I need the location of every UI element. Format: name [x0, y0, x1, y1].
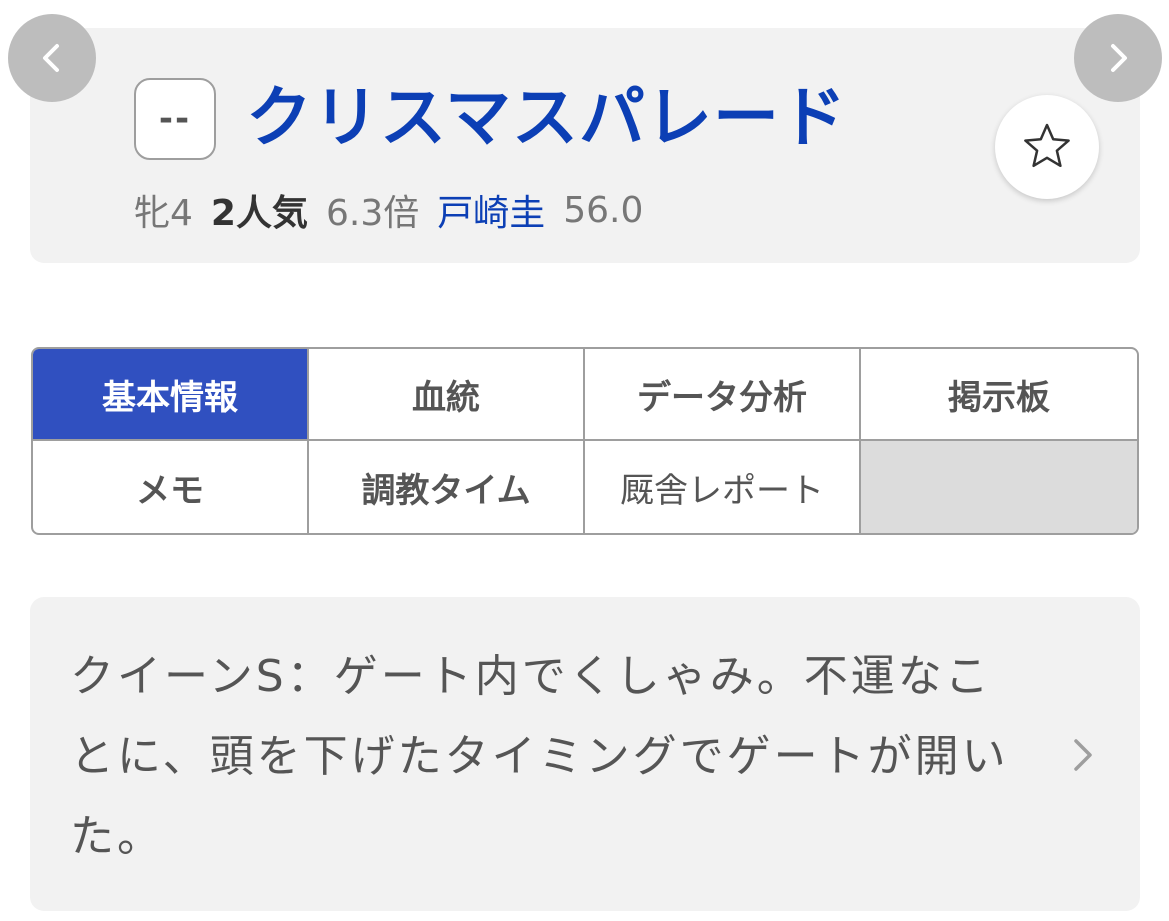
weight-label: 56.0 — [563, 189, 644, 231]
sex-age-label: 牝4 — [134, 193, 193, 234]
horse-number-badge: -- — [134, 78, 216, 160]
previous-horse-button[interactable] — [8, 14, 96, 102]
memo-text: クイーンS：ゲート内でくしゃみ。不運なことに、頭を下げたタイミングでゲートが開い… — [70, 651, 1009, 862]
memo-card[interactable]: クイーンS：ゲート内でくしゃみ。不運なことに、頭を下げたタイミングでゲートが開い… — [30, 597, 1140, 911]
info-tab-grid: 基本情報 血統 データ分析 掲示板 メモ 調教タイム 厩舎レポート — [31, 347, 1139, 535]
odds-label: 6.3倍 — [325, 193, 420, 234]
tab-training-time[interactable]: 調教タイム — [309, 441, 585, 533]
star-outline-icon — [1024, 123, 1070, 168]
favorite-button[interactable] — [995, 95, 1099, 199]
tab-basic-info[interactable]: 基本情報 — [33, 349, 309, 441]
tab-empty-cell — [861, 441, 1137, 533]
popularity-label: 2人気 — [210, 193, 308, 234]
jockey-link[interactable]: 戸崎圭 — [437, 184, 545, 236]
tab-data-analysis[interactable]: データ分析 — [585, 349, 861, 441]
tab-bulletin-board[interactable]: 掲示板 — [861, 349, 1137, 441]
tab-pedigree[interactable]: 血統 — [309, 349, 585, 441]
chevron-right-icon — [1111, 44, 1127, 72]
horse-name-title: クリスマスパレード — [246, 79, 848, 156]
next-horse-button[interactable] — [1074, 14, 1162, 102]
tab-stable-report[interactable]: 厩舎レポート — [585, 441, 861, 533]
chevron-left-icon — [43, 44, 59, 72]
horse-meta-row: 牝4 2人気 6.3倍 戸崎圭 56.0 — [134, 184, 661, 236]
chevron-right-icon — [1074, 739, 1092, 771]
tab-memo[interactable]: メモ — [33, 441, 309, 533]
